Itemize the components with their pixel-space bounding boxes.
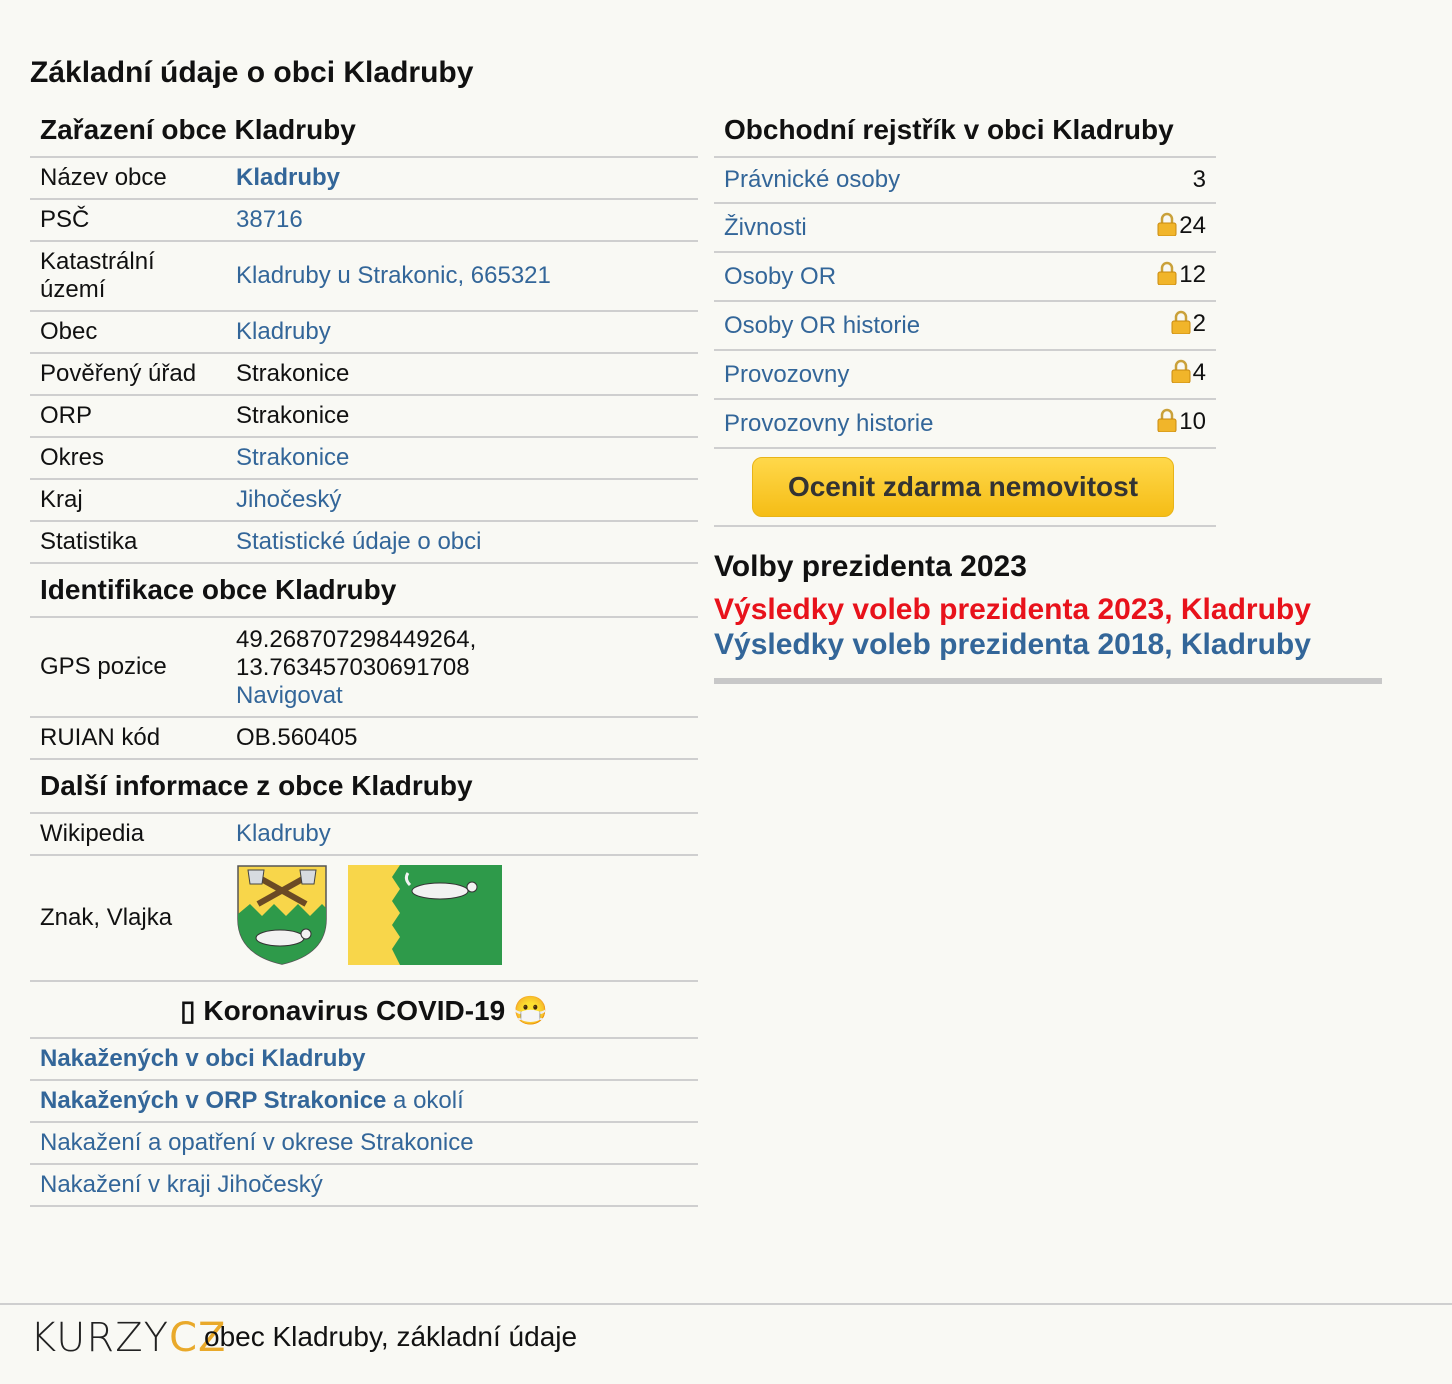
dalsi-table: Wikipedia Kladruby Znak, Vlajka — [30, 814, 698, 982]
table-row: Katastrální území Kladruby u Strakonic, … — [30, 241, 698, 312]
navigovat-link[interactable]: Navigovat — [236, 682, 343, 709]
statistika-link[interactable]: Statistické údaje o obci — [236, 528, 481, 555]
row-key: PSČ — [30, 199, 226, 242]
page-title: Základní údaje o obci Kladruby — [30, 56, 474, 89]
lock-icon — [1171, 310, 1191, 341]
osoby-or-historie-link[interactable]: Osoby OR historie — [724, 312, 920, 339]
wikipedia-link[interactable]: Kladruby — [236, 820, 331, 847]
identifikace-table: GPS pozice 49.268707298449264, 13.763457… — [30, 618, 698, 760]
flag-icon[interactable] — [348, 865, 502, 965]
divider — [714, 678, 1382, 684]
table-row: Osoby OR 12 — [714, 252, 1216, 302]
row-count: 3 — [1100, 158, 1216, 204]
row-value: Strakonice — [226, 353, 698, 396]
row-count: 12 — [1179, 261, 1206, 288]
osoby-or-link[interactable]: Osoby OR — [724, 263, 836, 290]
covid-okres-link[interactable]: Nakažení a opatření v okrese Strakonice — [40, 1129, 474, 1156]
zarazeni-table: Název obce Kladruby PSČ 38716 Katastráln… — [30, 158, 698, 564]
footer: KURZYCZ obec Kladruby, základní údaje — [0, 1303, 1452, 1384]
table-row: Obec Kladruby — [30, 311, 698, 354]
covid-title: ▯ Koronavirus COVID-19 😷 — [30, 982, 698, 1039]
kurzy-logo[interactable]: KURZYCZ — [30, 1315, 226, 1361]
table-row: Statistika Statistické údaje o obci — [30, 521, 698, 564]
zarazeni-title: Zařazení obce Kladruby — [30, 108, 698, 158]
table-row: Provozovny 4 — [714, 350, 1216, 400]
psc-link[interactable]: 38716 — [236, 206, 303, 233]
table-row: RUIAN kód OB.560405 — [30, 717, 698, 760]
row-count: 24 — [1179, 212, 1206, 239]
nazev-obce-link[interactable]: Kladruby — [236, 164, 340, 191]
row-value: Strakonice — [226, 395, 698, 438]
row-key: Statistika — [30, 521, 226, 564]
kraj-link[interactable]: Jihočeský — [236, 486, 341, 513]
pravnicke-osoby-link[interactable]: Právnické osoby — [724, 166, 900, 193]
table-row: Název obce Kladruby — [30, 158, 698, 200]
provozovny-link[interactable]: Provozovny — [724, 361, 849, 388]
volby-title: Volby prezidenta 2023 — [714, 550, 1027, 583]
lock-icon — [1171, 359, 1191, 390]
rejstrik-title: Obchodní rejstřík v obci Kladruby — [714, 108, 1216, 158]
katastr-link[interactable]: Kladruby u Strakonic, 665321 — [236, 262, 551, 289]
obec-link[interactable]: Kladruby — [236, 318, 331, 345]
volby-section: Volby prezidenta 2023 Výsledky voleb pre… — [714, 550, 1382, 684]
row-key: Okres — [30, 437, 226, 480]
lock-icon — [1157, 261, 1177, 292]
covid-kraj-link[interactable]: Nakažení v kraji Jihočeský — [40, 1171, 323, 1198]
table-row: GPS pozice 49.268707298449264, 13.763457… — [30, 618, 698, 718]
table-row: ORP Strakonice — [30, 395, 698, 438]
lock-icon — [1157, 212, 1177, 243]
row-key: Pověřený úřad — [30, 353, 226, 396]
row-key: GPS pozice — [30, 618, 226, 718]
row-key: Obec — [30, 311, 226, 354]
row-key: Znak, Vlajka — [30, 855, 226, 982]
gps-lon: 13.763457030691708 — [236, 654, 470, 681]
table-row: Kraj Jihočeský — [30, 479, 698, 522]
lock-icon — [1157, 408, 1177, 439]
row-key: RUIAN kód — [30, 717, 226, 760]
table-row: Provozovny historie 10 — [714, 399, 1216, 449]
row-key: ORP — [30, 395, 226, 438]
row-value: OB.560405 — [226, 717, 698, 760]
row-key: Wikipedia — [30, 814, 226, 856]
volby-2023-link[interactable]: Výsledky voleb prezidenta 2023, Kladruby — [714, 593, 1311, 626]
left-column: Zařazení obce Kladruby Název obce Kladru… — [30, 108, 698, 1207]
table-row: Právnické osoby 3 — [714, 158, 1216, 204]
row-key: Kraj — [30, 479, 226, 522]
covid-row: Nakažených v ORP Strakonice a okolí — [30, 1081, 698, 1123]
dalsi-title: Další informace z obce Kladruby — [30, 760, 698, 814]
table-row: PSČ 38716 — [30, 199, 698, 242]
table-row: Osoby OR historie 2 — [714, 301, 1216, 351]
cta-wrapper: Ocenit zdarma nemovitost — [714, 449, 1216, 527]
gps-lat: 49.268707298449264, — [236, 626, 477, 653]
rejstrik-table: Právnické osoby 3 Živnosti 24 Osoby OR 1… — [714, 158, 1216, 449]
coat-of-arms-icon[interactable] — [236, 864, 328, 966]
row-count: 10 — [1179, 408, 1206, 435]
table-row: Živnosti 24 — [714, 203, 1216, 253]
row-key: Název obce — [30, 158, 226, 200]
table-row: Pověřený úřad Strakonice — [30, 353, 698, 396]
ocenit-nemovitost-button[interactable]: Ocenit zdarma nemovitost — [752, 457, 1174, 517]
covid-row: Nakažení a opatření v okrese Strakonice — [30, 1123, 698, 1165]
provozovny-historie-link[interactable]: Provozovny historie — [724, 410, 933, 437]
covid-orp-okoli-link[interactable]: a okolí — [386, 1087, 464, 1114]
row-key: Katastrální území — [30, 241, 226, 312]
right-column: Obchodní rejstřík v obci Kladruby Právni… — [714, 108, 1216, 527]
okres-link[interactable]: Strakonice — [236, 444, 349, 471]
table-row: Okres Strakonice — [30, 437, 698, 480]
row-count: 2 — [1192, 310, 1206, 337]
footer-text: obec Kladruby, základní údaje — [204, 1321, 578, 1352]
row-count: 4 — [1192, 359, 1206, 386]
covid-obec-link[interactable]: Nakažených v obci Kladruby — [40, 1045, 365, 1072]
covid-row: Nakažení v kraji Jihočeský — [30, 1165, 698, 1207]
zivnosti-link[interactable]: Živnosti — [724, 214, 807, 241]
covid-orp-link[interactable]: Nakažených v ORP Strakonice — [40, 1087, 386, 1114]
table-row: Wikipedia Kladruby — [30, 814, 698, 856]
table-row: Znak, Vlajka — [30, 855, 698, 982]
covid-row: Nakažených v obci Kladruby — [30, 1039, 698, 1081]
identifikace-title: Identifikace obce Kladruby — [30, 564, 698, 618]
volby-2018-link[interactable]: Výsledky voleb prezidenta 2018, Kladruby — [714, 628, 1311, 661]
